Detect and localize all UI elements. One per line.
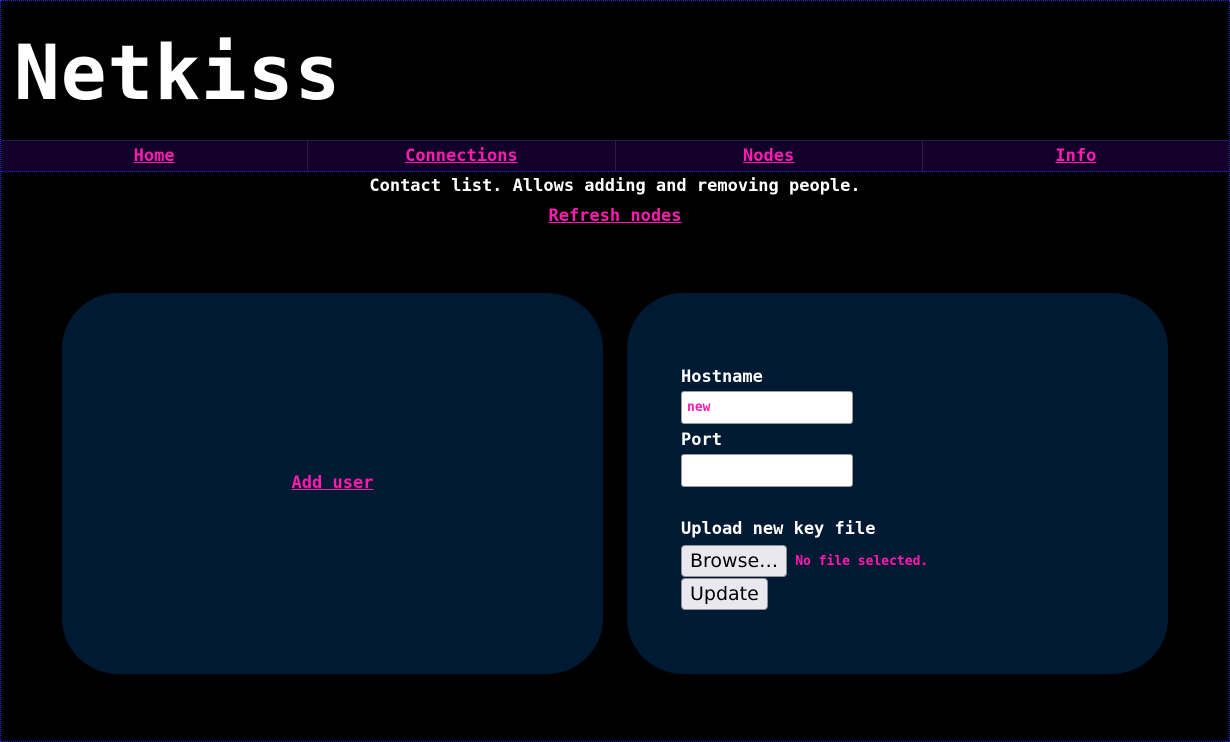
nav-item-info: Info xyxy=(923,141,1229,171)
nav-item-connections: Connections xyxy=(308,141,616,171)
upload-key-label: Upload new key file xyxy=(681,519,876,539)
form-spacer xyxy=(681,491,928,517)
refresh-nodes-link[interactable]: Refresh nodes xyxy=(548,206,681,226)
update-button[interactable]: Update xyxy=(681,578,768,610)
port-input[interactable] xyxy=(681,454,853,487)
node-edit-form: Hostname Port Upload new key file Browse… xyxy=(681,365,928,610)
add-user-container: Add user xyxy=(62,473,603,493)
browse-button[interactable]: Browse… xyxy=(681,545,788,577)
nav-link-connections[interactable]: Connections xyxy=(405,146,518,166)
nav-item-nodes: Nodes xyxy=(616,141,923,171)
nav-link-nodes[interactable]: Nodes xyxy=(743,146,794,166)
hostname-input[interactable] xyxy=(681,391,853,424)
update-row: Update xyxy=(681,578,928,610)
nav-link-home[interactable]: Home xyxy=(134,146,175,166)
add-user-link[interactable]: Add user xyxy=(292,473,374,493)
app-title: Netkiss xyxy=(14,28,342,117)
file-upload-row: Browse… No file selected. xyxy=(681,545,928,577)
nav-link-info[interactable]: Info xyxy=(1055,146,1096,166)
main-nav: Home Connections Nodes Info xyxy=(1,140,1229,172)
add-user-card: Add user xyxy=(62,293,603,674)
hostname-label: Hostname xyxy=(681,367,763,387)
port-label: Port xyxy=(681,430,722,450)
nav-item-home: Home xyxy=(1,141,309,171)
refresh-container: Refresh nodes xyxy=(0,206,1230,226)
page-description: Contact list. Allows adding and removing… xyxy=(369,176,861,196)
file-status-text: No file selected. xyxy=(795,553,929,569)
node-edit-card: Hostname Port Upload new key file Browse… xyxy=(627,293,1168,674)
